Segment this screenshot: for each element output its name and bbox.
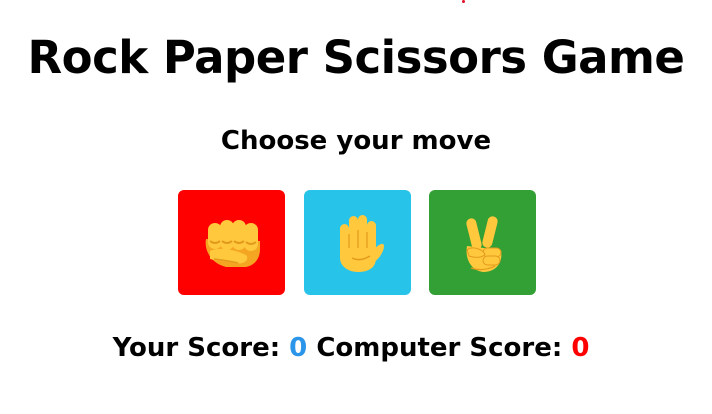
red-dot-decoration (462, 0, 465, 3)
victory-hand-icon (455, 212, 511, 274)
score-line: Your Score: 0 Computer Score: 0 (0, 329, 702, 367)
rock-button[interactable] (178, 190, 285, 295)
move-buttons (178, 190, 536, 295)
raised-hand-icon (330, 212, 386, 274)
fist-icon (200, 215, 264, 271)
computer-score-value: 0 (571, 333, 590, 363)
player-score-value: 0 (289, 333, 308, 363)
scissors-button[interactable] (429, 190, 536, 295)
paper-button[interactable] (304, 190, 411, 295)
game-page: Rock Paper Scissors Game Choose your mov… (0, 0, 712, 414)
page-title: Rock Paper Scissors Game (27, 31, 685, 84)
move-prompt: Choose your move (220, 126, 492, 156)
computer-score-label: Computer Score: (316, 333, 563, 363)
player-score-label: Your Score: (112, 333, 281, 363)
